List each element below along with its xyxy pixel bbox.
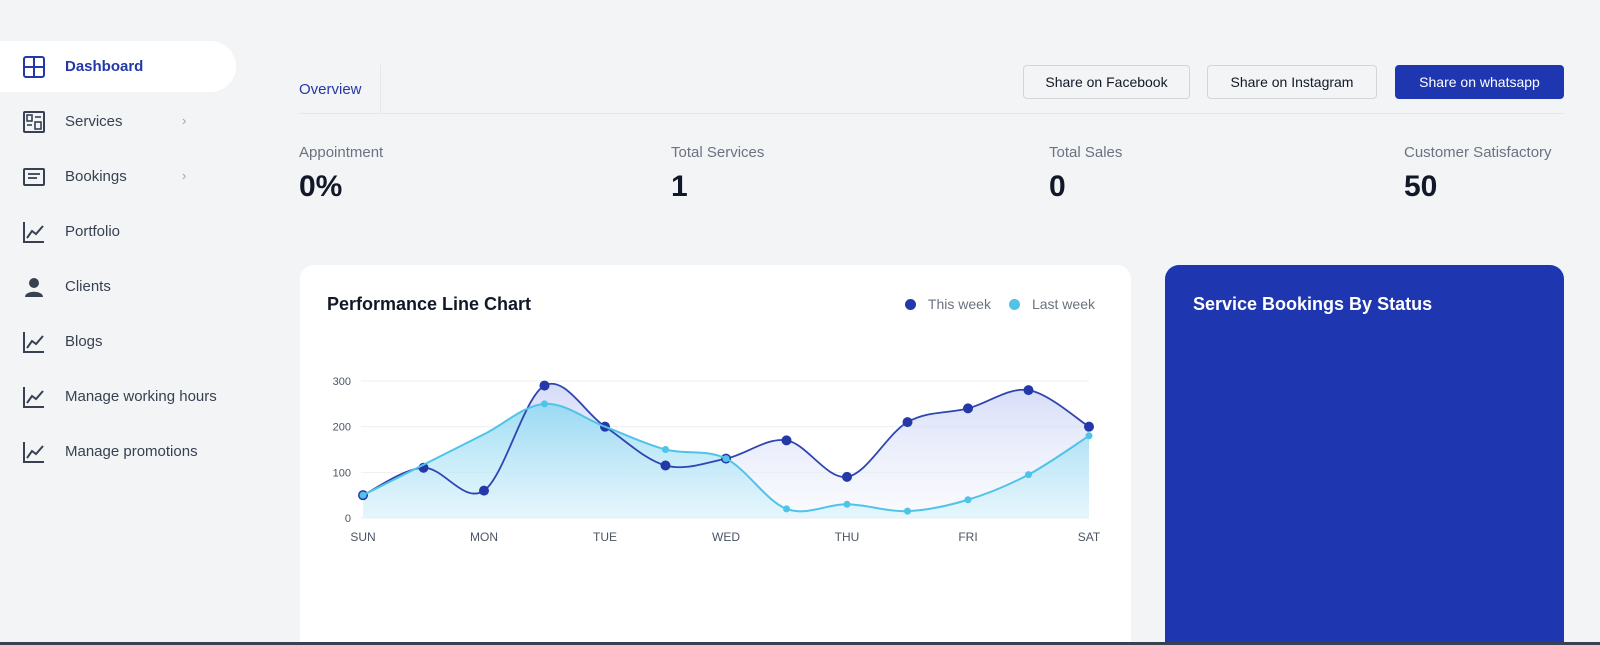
stat-total-services: Total Services 1 xyxy=(671,144,764,204)
status-card-title: Service Bookings By Status xyxy=(1193,294,1433,314)
data-point-this-week xyxy=(842,471,852,482)
layout-icon xyxy=(22,110,46,134)
stat-appointment: Appointment 0% xyxy=(299,144,383,204)
sidebar-item-label: Manage promotions xyxy=(65,443,198,460)
legend-dot-icon xyxy=(1008,298,1020,310)
data-point-this-week xyxy=(1023,385,1034,396)
person-icon xyxy=(22,275,46,299)
chart-title: Performance Line Chart xyxy=(327,294,532,314)
legend-label: This week xyxy=(927,296,991,312)
list-box-icon xyxy=(22,165,46,189)
data-point-this-week xyxy=(963,403,973,414)
x-tick-label: WED xyxy=(712,530,740,544)
grid-icon xyxy=(22,55,46,79)
stat-label: Appointment xyxy=(299,144,384,161)
sidebar-item-bookings[interactable]: Bookings › xyxy=(0,151,236,202)
stat-value: 0% xyxy=(299,170,343,203)
performance-line-chart: 0 100 200 300 SUN MON TUE WED THU FRI SAT xyxy=(333,376,1101,544)
line-chart-icon xyxy=(22,440,46,464)
sidebar-item-blogs[interactable]: Blogs xyxy=(0,316,236,367)
data-point-last-week xyxy=(541,400,548,408)
sidebar-item-label: Manage working hours xyxy=(65,388,217,405)
line-chart-icon xyxy=(22,385,46,409)
sidebar: Dashboard Services › Bookings › Portfoli… xyxy=(0,41,236,481)
sidebar-item-portfolio[interactable]: Portfolio xyxy=(0,206,236,257)
sidebar-item-dashboard[interactable]: Dashboard xyxy=(0,41,236,92)
y-tick-label: 300 xyxy=(333,376,351,388)
data-point-last-week xyxy=(1085,432,1093,440)
data-point-last-week xyxy=(904,507,911,515)
chevron-right-icon: › xyxy=(182,113,187,128)
stat-value: 0 xyxy=(1049,170,1066,203)
stat-customer-satisfactory: Customer Satisfactory 50 xyxy=(1404,144,1552,204)
legend-item-this-week[interactable]: This week xyxy=(904,296,991,312)
data-point-this-week xyxy=(1084,421,1094,432)
data-point-this-week xyxy=(660,460,671,471)
data-point-last-week xyxy=(964,496,972,504)
line-chart-icon xyxy=(22,220,46,244)
sidebar-item-label: Clients xyxy=(65,278,111,295)
data-point-this-week xyxy=(781,435,792,446)
sidebar-item-label: Services xyxy=(65,113,123,130)
data-point-last-week xyxy=(1025,471,1032,479)
x-tick-label: THU xyxy=(835,530,860,544)
stat-value: 1 xyxy=(671,170,688,203)
data-point-this-week xyxy=(479,485,489,496)
x-tick-label: SUN xyxy=(350,530,375,544)
legend-dot-icon xyxy=(904,298,916,310)
data-point-this-week xyxy=(902,417,913,428)
data-point-last-week xyxy=(722,455,730,463)
x-tick-label: SAT xyxy=(1078,530,1101,544)
stat-value: 50 xyxy=(1404,170,1438,203)
stat-total-sales: Total Sales 0 xyxy=(1049,144,1122,204)
stat-label: Total Services xyxy=(671,144,765,161)
x-tick-label: MON xyxy=(470,530,498,544)
sidebar-item-label: Portfolio xyxy=(65,223,121,240)
chevron-right-icon: › xyxy=(182,168,187,183)
data-point-last-week xyxy=(359,491,367,499)
share-facebook-button[interactable]: Share on Facebook xyxy=(1023,65,1190,99)
tab-bar: Overview Share on Facebook Share on Inst… xyxy=(299,65,1564,114)
data-point-last-week xyxy=(662,446,669,453)
data-point-last-week xyxy=(783,505,790,513)
performance-chart-card: 0 100 200 300 SUN MON TUE WED THU FRI SAT Performa… xyxy=(300,265,1131,645)
x-tick-label: TUE xyxy=(593,530,617,544)
line-chart-icon xyxy=(22,330,46,354)
stat-label: Customer Satisfactory xyxy=(1404,144,1552,161)
sidebar-item-working-hours[interactable]: Manage working hours xyxy=(0,371,236,422)
data-point-this-week xyxy=(539,380,550,391)
sidebar-item-label: Dashboard xyxy=(65,58,144,75)
share-instagram-button[interactable]: Share on Instagram xyxy=(1207,65,1377,99)
legend-label: Last week xyxy=(1031,296,1095,312)
chart-legend: This week Last week xyxy=(887,296,1095,312)
x-tick-label: FRI xyxy=(958,530,977,544)
legend-item-last-week[interactable]: Last week xyxy=(1008,296,1095,312)
share-whatsapp-button[interactable]: Share on whatsapp xyxy=(1395,65,1564,99)
sidebar-item-label: Blogs xyxy=(65,333,103,350)
sidebar-item-label: Bookings xyxy=(65,168,127,185)
tab-overview[interactable]: Overview xyxy=(299,65,381,113)
data-point-last-week xyxy=(843,500,851,508)
stat-label: Total Sales xyxy=(1049,144,1123,161)
y-tick-label: 0 xyxy=(345,513,351,525)
sidebar-item-clients[interactable]: Clients xyxy=(0,261,236,312)
sidebar-item-services[interactable]: Services › xyxy=(0,96,236,147)
service-bookings-status-card: Service Bookings By Status xyxy=(1165,265,1564,645)
y-tick-label: 200 xyxy=(333,422,351,434)
y-tick-label: 100 xyxy=(333,467,351,479)
sidebar-item-promotions[interactable]: Manage promotions xyxy=(0,426,236,477)
